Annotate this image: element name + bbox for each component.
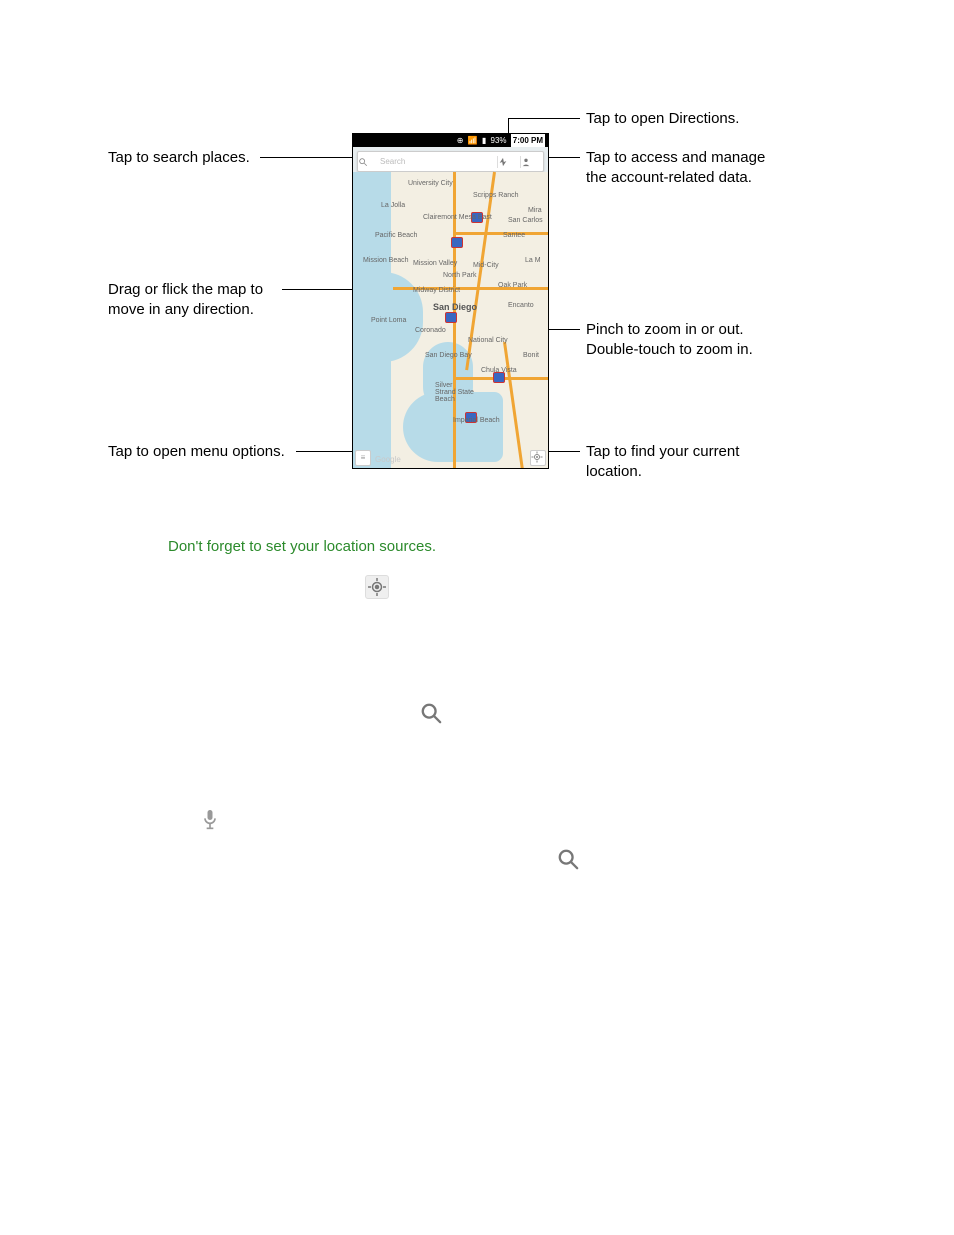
callout-location-line2: location.	[586, 462, 739, 482]
leader-directions-h2	[508, 118, 580, 119]
search-icon	[358, 157, 380, 167]
location-note: Don't forget to set your location source…	[168, 538, 436, 555]
label-north-park: North Park	[443, 272, 476, 279]
search-inline-icon-2	[557, 848, 579, 870]
label-university-city: University City	[408, 180, 453, 187]
label-silver-strand: Silver Strand State Beach	[435, 382, 475, 403]
label-imperial-beach: Imperial Beach	[453, 417, 500, 424]
callout-directions: Tap to open Directions.	[586, 109, 739, 129]
label-midway: Midway District	[413, 287, 460, 294]
label-san-carlos: San Carlos	[508, 217, 543, 224]
callout-search: Tap to search places.	[108, 148, 250, 168]
gps-icon: ⊕	[457, 136, 464, 145]
label-bonita: Bonit	[523, 352, 539, 359]
label-pacific-beach: Pacific Beach	[375, 232, 417, 239]
callout-drag-line2: move in any direction.	[108, 300, 263, 320]
callout-drag-line1: Drag or flick the map to	[108, 280, 263, 300]
callout-drag: Drag or flick the map to move in any dir…	[108, 280, 263, 319]
label-la-jolla: La Jolla	[381, 202, 405, 209]
callout-account: Tap to access and manage the account-rel…	[586, 148, 765, 187]
callout-zoom-line2: Double-touch to zoom in.	[586, 340, 753, 360]
battery-label: 93%	[491, 136, 507, 145]
label-point-loma: Point Loma	[371, 317, 406, 324]
phone-screenshot: ⊕ 📶 ▮ 93% 7:00 PM Search	[352, 133, 549, 469]
my-location-inline-icon	[365, 575, 389, 599]
label-miramar: Mira	[528, 207, 542, 214]
label-san-diego: San Diego	[433, 302, 477, 312]
menu-button[interactable]: ≡	[355, 450, 371, 466]
callout-menu: Tap to open menu options.	[108, 442, 285, 462]
brand-label: Google	[375, 455, 401, 464]
label-san-diego-bay: San Diego Bay	[425, 352, 472, 359]
callout-account-line2: the account-related data.	[586, 168, 765, 188]
status-bar: ⊕ 📶 ▮ 93% 7:00 PM	[353, 134, 548, 147]
label-mission-beach: Mission Beach	[363, 257, 409, 264]
callout-zoom: Pinch to zoom in or out. Double-touch to…	[586, 320, 753, 359]
label-la-mesa: La M	[525, 257, 541, 264]
my-location-button[interactable]	[530, 450, 546, 466]
signal-icon: ▮	[482, 136, 486, 145]
label-chula-vista: Chula Vista	[481, 367, 517, 374]
clock: 7:00 PM	[511, 134, 545, 147]
label-mid-city: Mid-City	[473, 262, 499, 269]
search-bar[interactable]: Search	[357, 151, 544, 172]
label-santee: Santee	[503, 232, 525, 239]
leader-menu	[296, 451, 354, 452]
account-icon[interactable]	[521, 157, 543, 167]
search-placeholder: Search	[380, 157, 497, 166]
callout-account-line1: Tap to access and manage	[586, 148, 765, 168]
page-root: Tap to search places. Drag or flick the …	[0, 0, 954, 1235]
label-oak-park: Oak Park	[498, 282, 527, 289]
directions-icon[interactable]	[498, 157, 520, 167]
label-encanto: Encanto	[508, 302, 534, 309]
leader-zoom	[548, 329, 580, 330]
callout-location-line1: Tap to find your current	[586, 442, 739, 462]
mic-inline-icon	[200, 808, 220, 832]
map-canvas[interactable]: La Jolla University City Clairemont Mesa…	[353, 172, 548, 468]
label-coronado: Coronado	[415, 327, 446, 334]
callout-zoom-line1: Pinch to zoom in or out.	[586, 320, 753, 340]
label-scripps: Scripps Ranch	[473, 192, 519, 199]
search-inline-icon-1	[420, 702, 442, 724]
leader-search	[260, 157, 356, 158]
wifi-icon: 📶	[468, 136, 478, 145]
callout-location: Tap to find your current location.	[586, 442, 739, 481]
label-clairemont: Clairemont Mesa East	[423, 214, 492, 221]
label-national-city: National City	[468, 337, 508, 344]
label-mission-valley: Mission Valley	[413, 260, 457, 267]
